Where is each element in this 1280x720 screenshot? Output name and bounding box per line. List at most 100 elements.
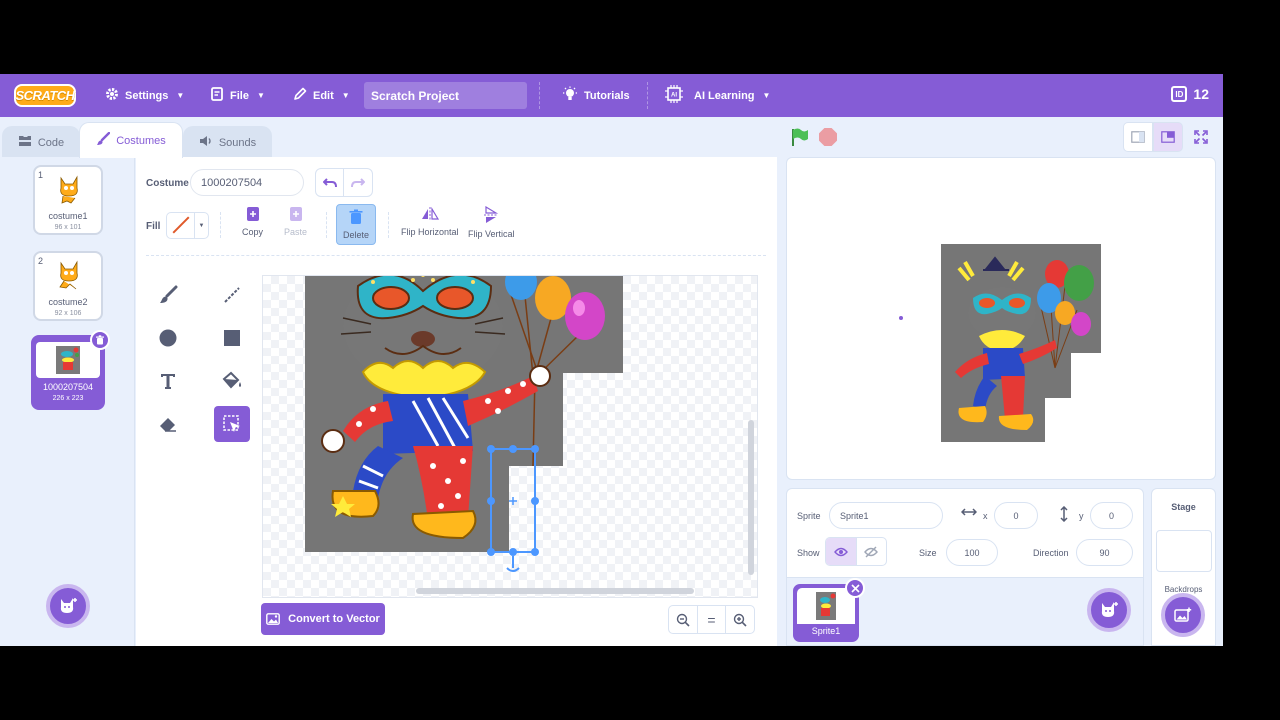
- project-id-value: 12: [1193, 86, 1209, 102]
- costume-name-input[interactable]: 1000207504: [190, 169, 304, 196]
- hide-sprite-button[interactable]: [855, 538, 887, 565]
- stage-sprite-render: [899, 244, 1101, 442]
- size-label: Size: [919, 548, 937, 558]
- fill-color-picker[interactable]: ▼: [166, 212, 209, 239]
- sprite-tile-name: Sprite1: [811, 626, 841, 636]
- costume-tile-3[interactable]: 3 1000207504 226 x 223: [31, 330, 110, 410]
- copy-button[interactable]: Copy: [242, 206, 263, 237]
- costume-name: 1000207504: [42, 382, 94, 392]
- costume-size: 92 x 106: [54, 310, 82, 317]
- select-tool[interactable]: [214, 406, 250, 442]
- close-icon: [850, 583, 860, 593]
- image-icon: [266, 613, 281, 625]
- green-flag-button[interactable]: [790, 127, 810, 150]
- tab-sounds[interactable]: Sounds: [183, 126, 272, 158]
- choose-backdrop-button[interactable]: [1161, 593, 1205, 637]
- costume-tile-2[interactable]: 2 costume2 92 x 106: [33, 251, 103, 321]
- paintbrush-icon: [96, 131, 111, 149]
- stage-thumbnail: [1156, 530, 1212, 572]
- scratch-app: SCRATCH Settings ▼ File ▼ Edit ▼ Scratch…: [0, 74, 1223, 646]
- line-tool[interactable]: [214, 277, 250, 313]
- edit-menu[interactable]: Edit ▼: [293, 74, 350, 117]
- ai-chip-icon: AI: [664, 84, 684, 107]
- normal-stage-icon: [1161, 131, 1175, 143]
- fill-swatch: [167, 213, 195, 238]
- delete-sprite-button[interactable]: [845, 578, 865, 598]
- size-input[interactable]: 100: [946, 539, 998, 566]
- settings-label: Settings: [125, 89, 169, 102]
- project-title-input[interactable]: Scratch Project: [364, 82, 527, 109]
- scratch-cat-thumbnail: [54, 259, 84, 291]
- circle-tool[interactable]: [150, 320, 186, 356]
- redo-button[interactable]: [344, 168, 373, 197]
- zoom-reset-button[interactable]: =: [698, 606, 727, 633]
- code-blocks-icon: [18, 135, 32, 150]
- ai-learning-menu[interactable]: AI AI Learning ▼: [664, 74, 770, 117]
- costume-tile-1[interactable]: 1 costume1 96 x 101: [33, 165, 103, 235]
- costume-size: 96 x 101: [54, 224, 82, 231]
- zoom-controls: =: [668, 605, 755, 634]
- cat-add-icon: [1101, 602, 1118, 617]
- tab-sounds-label: Sounds: [218, 136, 257, 149]
- fullscreen-button[interactable]: [1186, 122, 1216, 152]
- x-position-input[interactable]: 0: [994, 502, 1038, 529]
- delete-costume-button[interactable]: [90, 330, 110, 350]
- stop-button[interactable]: [819, 128, 837, 146]
- stage-selector-pane[interactable]: Stage Backdrops: [1151, 488, 1216, 646]
- delete-label: Delete: [343, 230, 370, 240]
- flip-horizontal-button[interactable]: Flip Horizontal: [401, 206, 459, 237]
- select-icon: [223, 415, 240, 432]
- tab-code-label: Code: [37, 136, 65, 149]
- y-arrows-icon: [1059, 505, 1069, 524]
- delete-button[interactable]: Delete: [336, 204, 377, 245]
- x-label: x: [983, 511, 988, 521]
- rectangle-icon: [224, 330, 240, 346]
- flip-vertical-label: Flip Vertical: [468, 229, 515, 239]
- show-sprite-button[interactable]: [826, 538, 856, 565]
- file-menu[interactable]: File ▼: [210, 74, 265, 117]
- canvas-horizontal-scrollbar[interactable]: [416, 588, 694, 594]
- scratch-logo[interactable]: SCRATCH: [14, 84, 76, 107]
- circle-icon: [159, 329, 177, 347]
- tutorials-button[interactable]: Tutorials: [562, 74, 630, 117]
- eraser-tool[interactable]: [150, 406, 186, 442]
- paste-button[interactable]: Paste: [284, 206, 307, 237]
- canvas-vertical-scrollbar[interactable]: [748, 420, 754, 575]
- menu-divider: [539, 82, 540, 109]
- menu-divider: [647, 82, 648, 109]
- sprite-name-input[interactable]: Sprite1: [829, 502, 943, 529]
- tab-code[interactable]: Code: [2, 126, 80, 158]
- direction-input[interactable]: 90: [1076, 539, 1133, 566]
- flip-vertical-icon: [484, 206, 499, 223]
- convert-to-vector-button[interactable]: Convert to Vector: [261, 603, 385, 635]
- y-position-input[interactable]: 0: [1090, 502, 1133, 529]
- choose-costume-button[interactable]: [46, 584, 90, 628]
- zoom-in-button[interactable]: [726, 606, 754, 633]
- undo-button[interactable]: [315, 168, 344, 197]
- trash-icon: [96, 335, 104, 345]
- undo-icon: [322, 177, 337, 187]
- normal-stage-button[interactable]: [1153, 122, 1183, 152]
- y-label: y: [1079, 511, 1084, 521]
- caret-down-icon: ▼: [256, 91, 265, 100]
- rectangle-tool[interactable]: [214, 320, 250, 356]
- brush-tool[interactable]: [150, 277, 186, 313]
- copy-label: Copy: [242, 227, 264, 237]
- costume-name-label: Costume: [146, 178, 189, 189]
- text-tool[interactable]: [150, 363, 186, 399]
- speaker-icon: [199, 135, 213, 150]
- caret-down-icon: ▼: [198, 222, 205, 229]
- sprite-tile[interactable]: Sprite1: [793, 578, 865, 642]
- settings-menu[interactable]: Settings ▼: [105, 74, 184, 117]
- fill-tool[interactable]: [214, 363, 250, 399]
- paint-bucket-icon: [222, 371, 241, 389]
- tab-costumes[interactable]: Costumes: [79, 122, 183, 158]
- stage-canvas[interactable]: [786, 157, 1216, 480]
- costume-number: 1: [38, 170, 44, 180]
- costume-number: 2: [38, 256, 44, 266]
- flip-vertical-button[interactable]: Flip Vertical: [468, 206, 515, 239]
- zoom-out-button[interactable]: [669, 606, 698, 633]
- small-stage-button[interactable]: [1123, 122, 1153, 152]
- paint-canvas[interactable]: [262, 275, 758, 598]
- choose-sprite-button[interactable]: [1087, 588, 1131, 632]
